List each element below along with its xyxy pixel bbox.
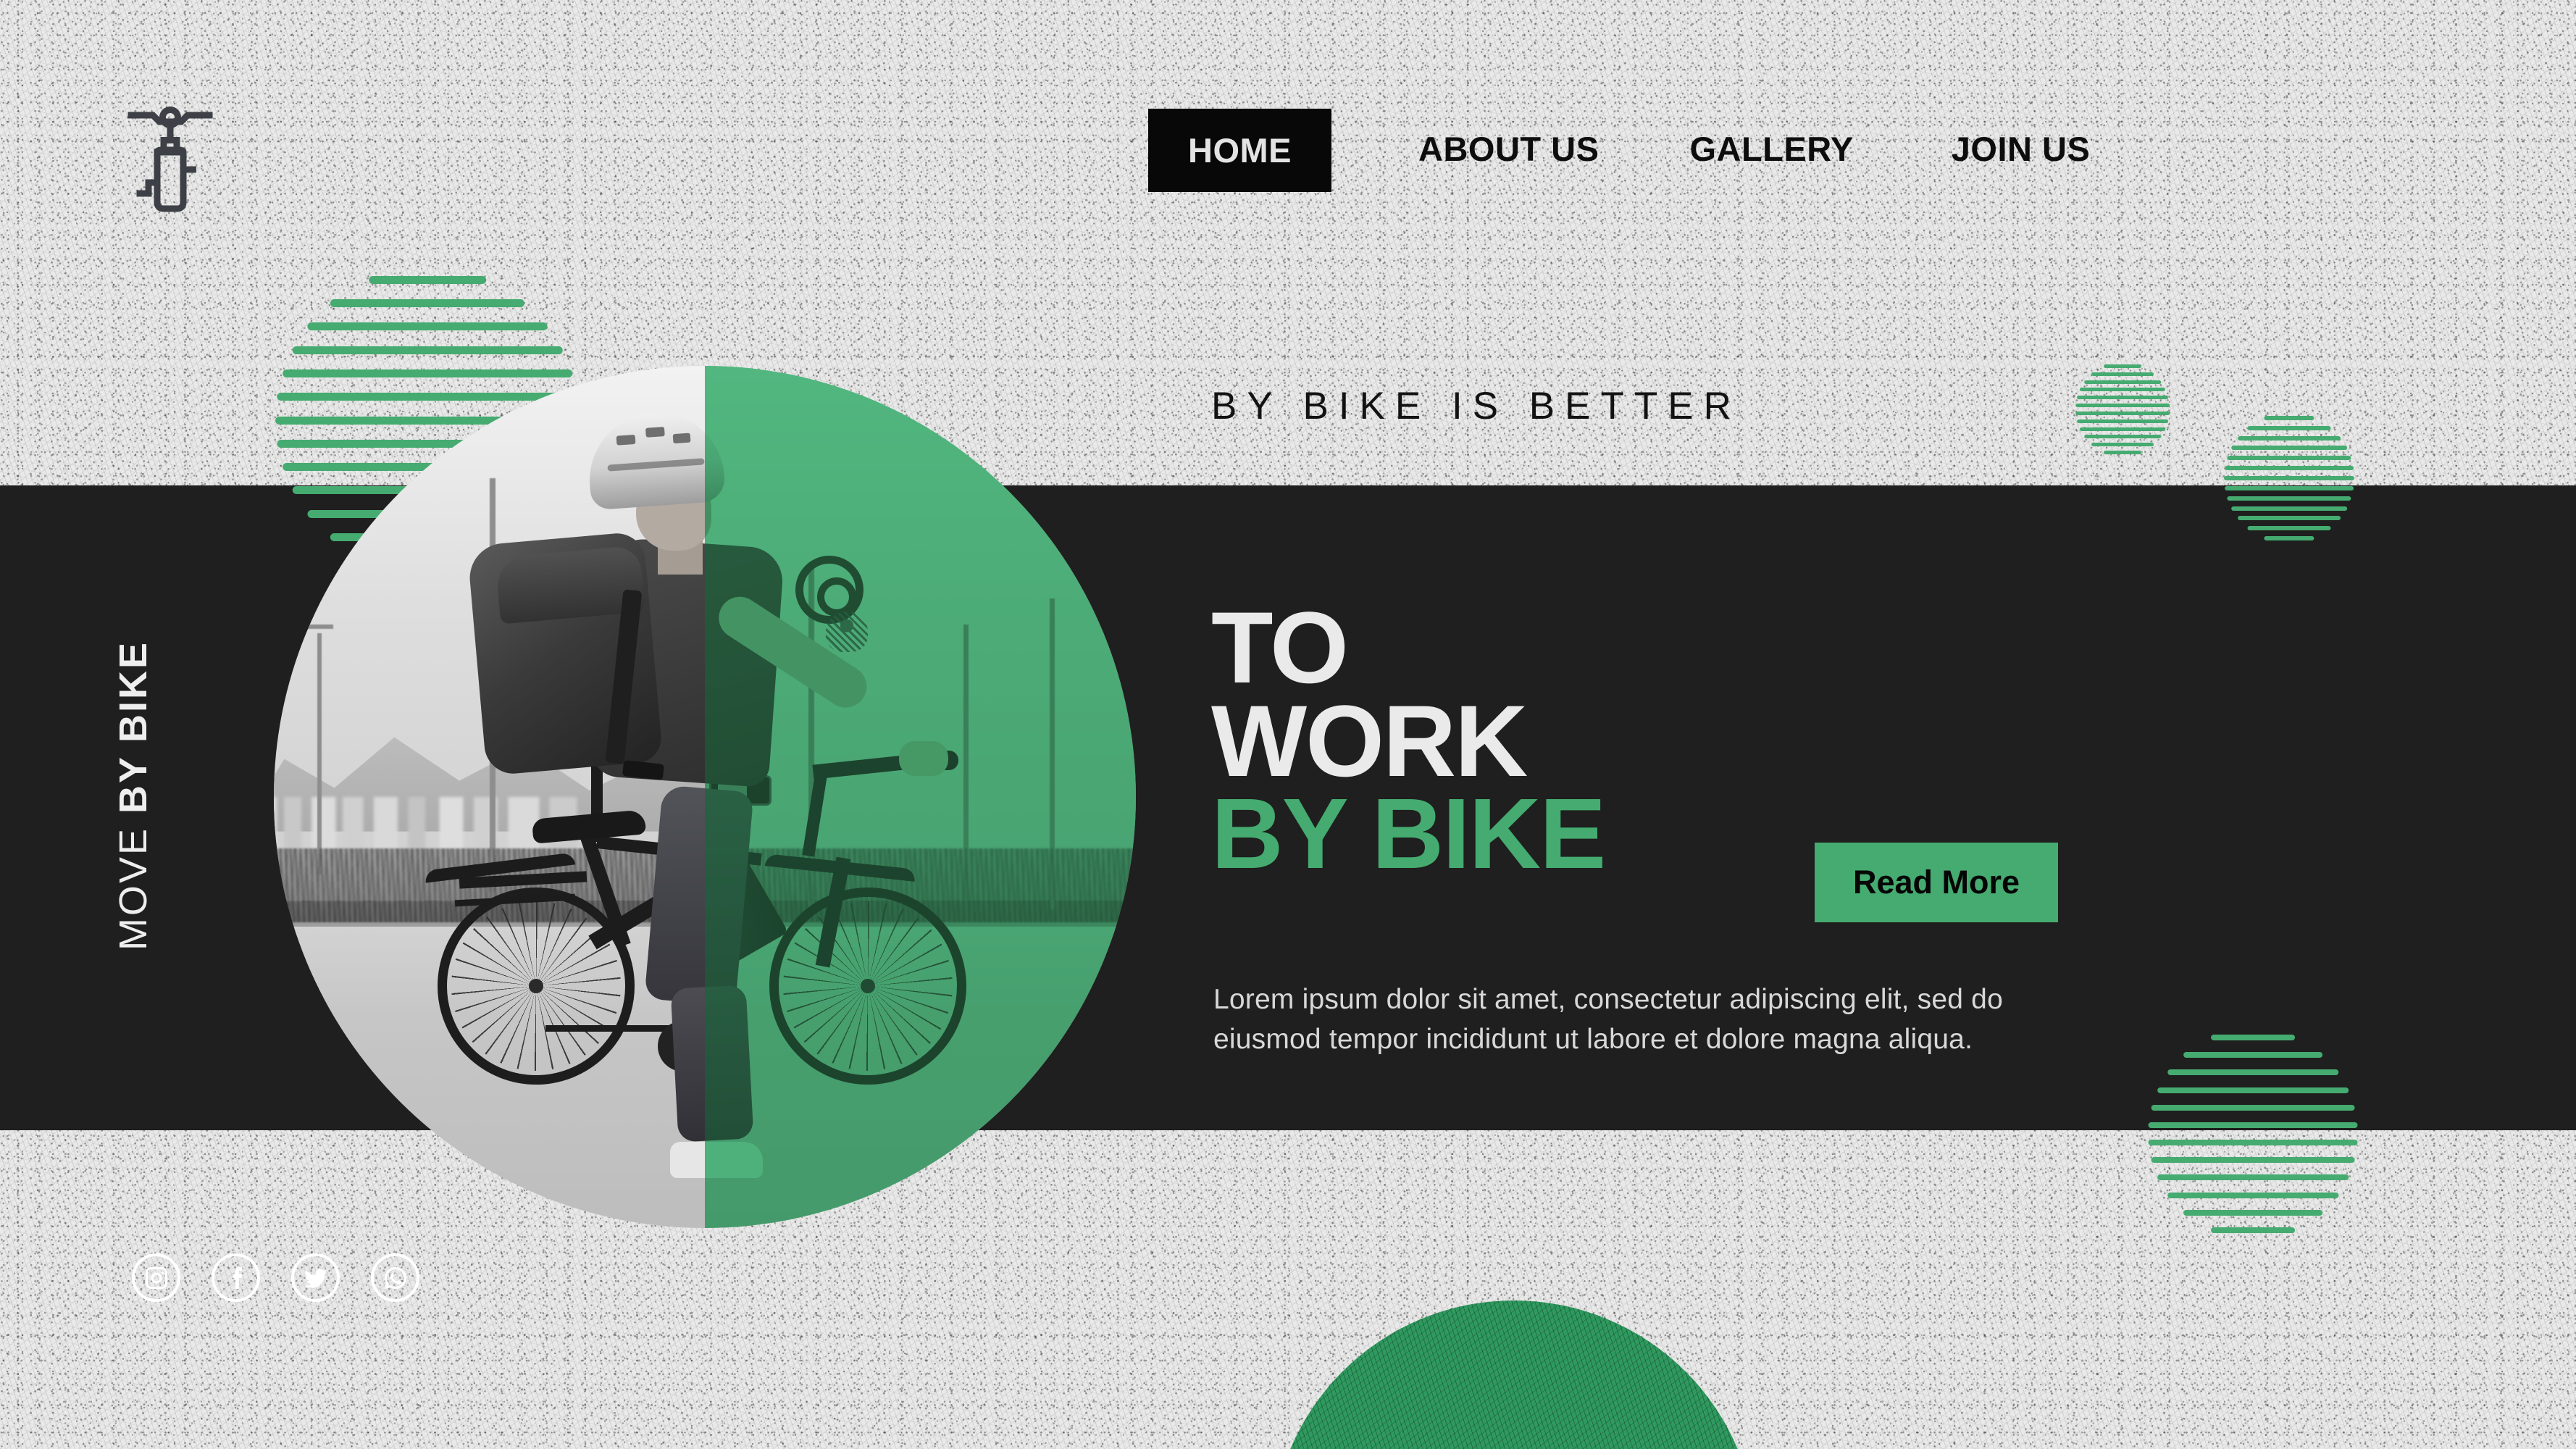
site-header: HOME ABOUT US GALLERY JOIN US <box>0 0 2576 217</box>
bottom-green-circle-decoration <box>1271 1300 1757 1449</box>
bicycle-saddle <box>531 809 647 844</box>
social-links <box>132 1253 419 1302</box>
photo-green-tint-lift <box>705 366 1136 1228</box>
hero-tagline: BY BIKE IS BETTER <box>1211 385 1741 427</box>
nav-item-about-us[interactable]: ABOUT US <box>1418 109 1599 189</box>
striped-circle-bottom-right <box>2148 1029 2358 1239</box>
hero-photo-circle <box>274 366 1136 1228</box>
vertical-slogan: MOVE BY BIKE <box>111 640 156 951</box>
bicycle-front-icon[interactable] <box>116 87 225 217</box>
nav-item-home[interactable]: HOME <box>1148 109 1331 192</box>
main-navigation: HOME ABOUT US GALLERY JOIN US <box>1148 109 2090 192</box>
striped-circle-right-large <box>2224 413 2354 543</box>
bicycle-rear-wheel <box>438 887 635 1085</box>
headline-line-2: WORK <box>1211 683 1528 798</box>
headline-line-1: TO <box>1211 590 1349 704</box>
twitter-icon[interactable] <box>291 1253 340 1302</box>
headline-line-3: BY BIKE <box>1211 777 1606 890</box>
nav-item-gallery[interactable]: GALLERY <box>1689 109 1853 189</box>
read-more-button[interactable]: Read More <box>1815 843 2058 922</box>
bottom-circle-texture <box>1271 1300 1757 1449</box>
whatsapp-icon[interactable] <box>371 1253 419 1302</box>
instagram-icon[interactable] <box>132 1253 180 1302</box>
vertical-slogan-bold: BY BIKE <box>112 640 155 814</box>
hero-body-text: Lorem ipsum dolor sit amet, consectetur … <box>1213 984 2003 1056</box>
hero-headline: TO WORK BY BIKE <box>1211 590 1606 890</box>
vertical-slogan-light: MOVE <box>112 814 155 951</box>
striped-circle-right-small <box>2075 362 2170 456</box>
facebook-icon[interactable] <box>212 1253 260 1302</box>
landing-page: HOME ABOUT US GALLERY JOIN US BY BIKE IS… <box>0 0 2576 1449</box>
nav-item-join-us[interactable]: JOIN US <box>1952 109 2091 189</box>
cyclist-with-backpack-photo <box>274 366 1136 1228</box>
